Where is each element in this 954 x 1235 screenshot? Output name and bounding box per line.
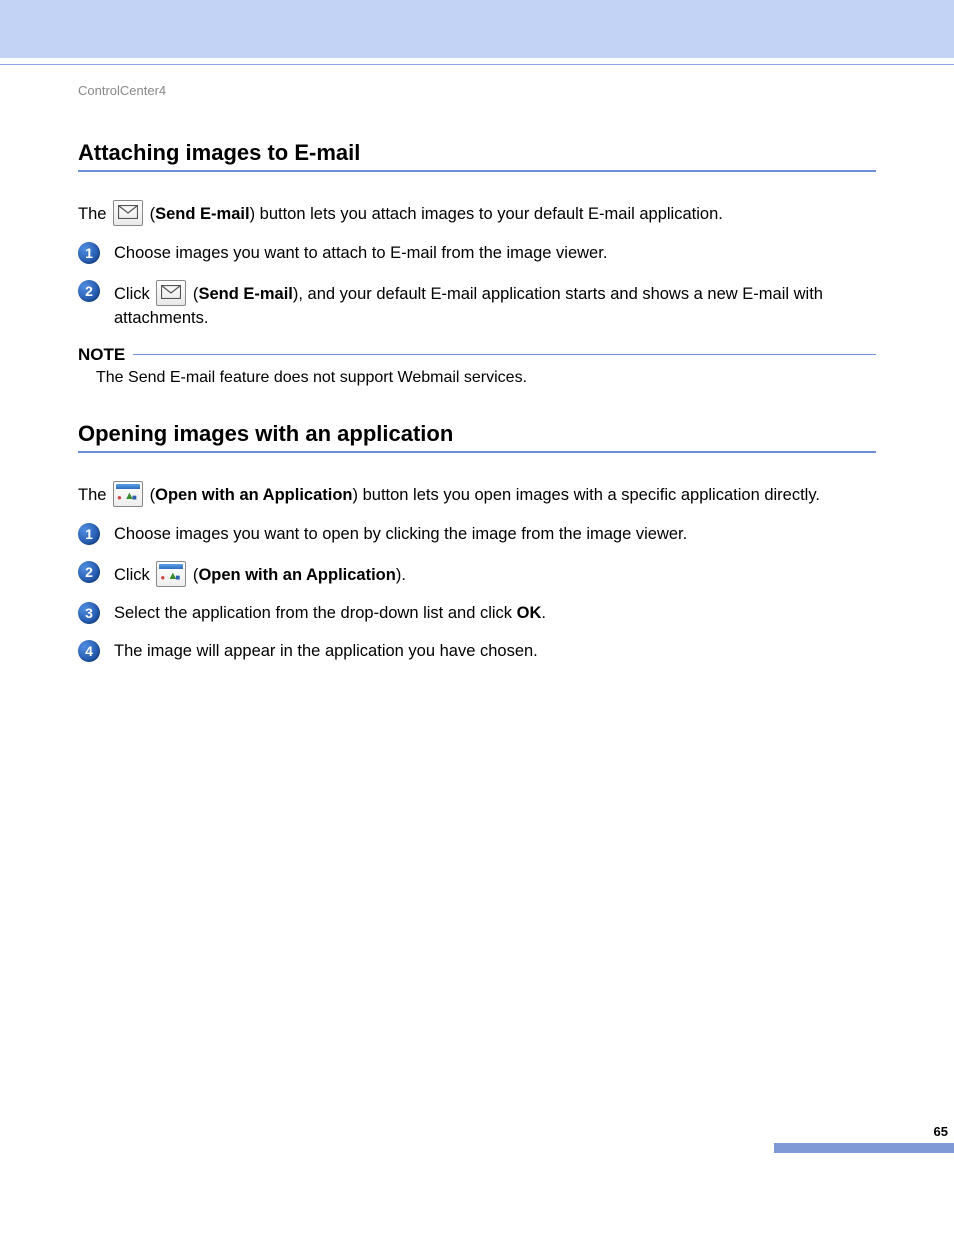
intro-post: ) button lets you attach images to your … — [250, 205, 723, 223]
step-1: 1 Choose images you want to attach to E-… — [78, 242, 876, 266]
section-rule — [78, 170, 876, 172]
button-name-send-email: Send E-mail — [155, 205, 249, 223]
step-number-badge: 1 — [78, 523, 100, 545]
header-bar — [0, 0, 954, 58]
step-number-badge: 2 — [78, 280, 100, 302]
footer-bar — [774, 1143, 954, 1153]
open-with-app-icon: ●▲■ — [156, 561, 186, 587]
step-1: 1 Choose images you want to open by clic… — [78, 523, 876, 547]
step-number-badge: 3 — [78, 602, 100, 624]
steps-attach-email: 1 Choose images you want to attach to E-… — [78, 242, 876, 331]
section-title-attach-email: Attaching images to E-mail — [78, 140, 876, 166]
section-rule — [78, 451, 876, 453]
step-pre: Click — [114, 285, 154, 303]
note-block: NOTE The Send E-mail feature does not su… — [78, 345, 876, 387]
note-head-row: NOTE — [78, 345, 876, 365]
note-label: NOTE — [78, 345, 125, 365]
step-post: ). — [396, 566, 406, 584]
steps-open-app: 1 Choose images you want to open by clic… — [78, 523, 876, 664]
intro-pre: The — [78, 205, 111, 223]
step-pre: Click — [114, 566, 154, 584]
open-with-app-icon: ●▲■ — [113, 481, 143, 507]
button-name-send-email: Send E-mail — [198, 285, 292, 303]
button-name-open-app: Open with an Application — [198, 566, 395, 584]
step-2: 2 Click ●▲■ (Open with an Application). — [78, 561, 876, 588]
envelope-icon — [156, 280, 186, 306]
note-rule — [133, 354, 876, 355]
step-text: Choose images you want to open by clicki… — [114, 525, 687, 543]
step-number-badge: 4 — [78, 640, 100, 662]
step-pre: Select the application from the drop-dow… — [114, 604, 517, 622]
note-body: The Send E-mail feature does not support… — [96, 369, 876, 387]
page-number: 65 — [0, 1124, 954, 1139]
intro-paragraph-attach-email: The (Send E-mail) button lets you attach… — [78, 200, 876, 226]
step-post: . — [541, 604, 546, 622]
section-title-open-app: Opening images with an application — [78, 421, 876, 447]
step-number-badge: 1 — [78, 242, 100, 264]
intro-paragraph-open-app: The ●▲■ (Open with an Application) butto… — [78, 481, 876, 507]
step-number-badge: 2 — [78, 561, 100, 583]
step-text: Choose images you want to attach to E-ma… — [114, 244, 607, 262]
intro-post: ) button lets you open images with a spe… — [353, 486, 820, 504]
button-name-open-app: Open with an Application — [155, 486, 352, 504]
page-footer: 65 — [0, 1124, 954, 1153]
ok-label: OK — [517, 604, 542, 622]
envelope-icon — [113, 200, 143, 226]
step-text: The image will appear in the application… — [114, 642, 538, 660]
step-3: 3 Select the application from the drop-d… — [78, 602, 876, 626]
step-4: 4 The image will appear in the applicati… — [78, 640, 876, 664]
running-header: ControlCenter4 — [78, 83, 876, 98]
step-2: 2 Click (Send E-mail), and your default … — [78, 280, 876, 331]
intro-pre: The — [78, 486, 111, 504]
page-body: ControlCenter4 3 Attaching images to E-m… — [0, 65, 954, 1165]
